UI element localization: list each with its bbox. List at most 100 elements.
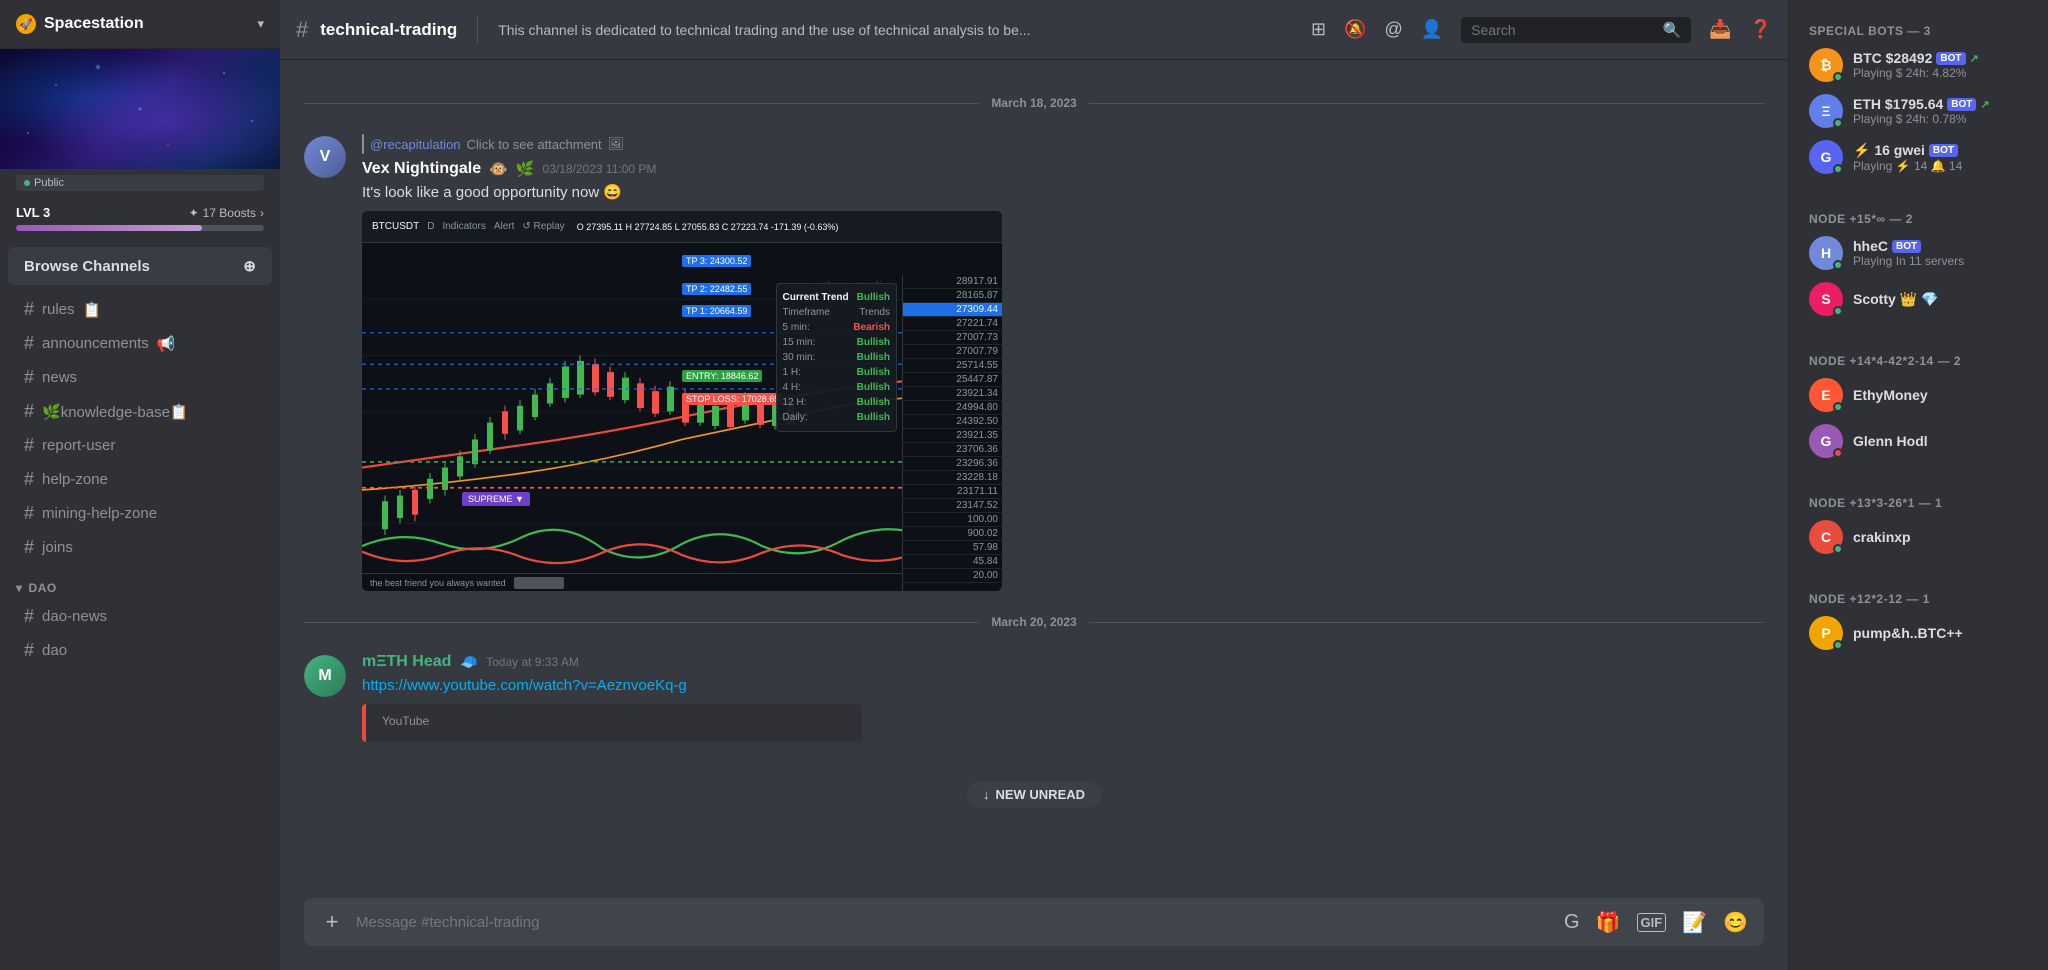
sidebar-item-report-user[interactable]: # report-user [8,429,272,462]
inbox-icon[interactable]: 📥 [1709,19,1731,40]
bottom-progress [514,577,564,589]
hhec-bot-badge: BOT [1892,240,1921,253]
price-27309: 27309.44 [903,303,1002,317]
reply-text: Click to see attachment [467,137,602,152]
sidebar-item-news[interactable]: # news [8,361,272,394]
reply-line [362,134,364,154]
tf-30min: 30 min: [783,352,816,363]
mention-icon[interactable]: @ [1384,19,1402,40]
trend-col-header: Timeframe Trends [783,305,890,320]
chart-bottom-bar: the best friend you always wanted [362,573,902,591]
boost-progress-bar [16,225,264,231]
bottom-watermark: the best friend you always wanted [370,578,506,588]
timestamp-vex: 03/18/2023 11:00 PM [543,162,657,176]
channel-name-announcements: announcements [42,335,149,352]
channel-name-dao: dao [42,642,67,659]
sidebar-item-dao-news[interactable]: # dao-news [8,600,272,633]
tp1-label: TP 1: 20664.59 [682,305,751,317]
sidebar-item-joins[interactable]: # joins [8,531,272,564]
member-glenn[interactable]: G Glenn Hodl [1801,418,2036,464]
timestamp-meth: Today at 9:33 AM [486,655,579,669]
avatar-gwei-bot: G [1809,140,1843,174]
member-name-btc: BTC $28492 BOT ↗ [1853,50,2028,66]
new-unread-button[interactable]: ↓ NEW UNREAD [967,781,1101,808]
channel-list: Browse Channels ⊕ # rules 📋 # announceme… [0,239,280,970]
member-btc-bot[interactable]: ₿ BTC $28492 BOT ↗ Playing $ 24h: 4.82% [1801,42,2036,88]
sidebar-item-rules[interactable]: # rules 📋 [8,293,272,326]
sidebar-item-help-zone[interactable]: # help-zone [8,463,272,496]
trend-daily: Daily: Bullish [783,410,890,425]
hash-icon-mining: # [24,503,34,524]
member-gwei-bot[interactable]: G ⚡ 16 gwei BOT Playing ⚡ 14 🔔 14 [1801,134,2036,180]
hash-icon-report: # [24,435,34,456]
emoji-icon[interactable]: 😊 [1723,910,1748,935]
message-content-vex: @recapitulation Click to see attachment … [362,134,1764,591]
member-pump-btc[interactable]: P pump&h..BTC++ [1801,610,2036,656]
add-member-icon[interactable]: 👤 [1421,19,1443,40]
avatar-eth-bot: Ξ [1809,94,1843,128]
avatar-image-vex: V [304,136,346,178]
channel-header-name: technical-trading [320,20,457,40]
sidebar-item-dao[interactable]: # dao [8,634,272,667]
help-icon[interactable]: ❓ [1750,19,1772,40]
message-input[interactable] [356,914,1552,931]
price-24994: 24994.80 [903,401,1002,415]
member-info-scotty: Scotty 👑 💎 [1853,291,2028,308]
btc-bot-badge: BOT [1936,52,1965,65]
channel-name-mining: mining-help-zone [42,505,157,522]
member-ethymoney[interactable]: E EthyMoney [1801,372,2036,418]
price-28917: 28917.91 [903,275,1002,289]
member-info-crakinxp: crakinxp [1853,529,2028,545]
channel-name-report: report-user [42,437,115,454]
youtube-link[interactable]: https://www.youtube.com/watch?v=AeznvoeK… [362,677,687,694]
dao-section-header[interactable]: ▾ DAO [0,565,280,599]
date-divider-march18: March 18, 2023 [280,80,1788,126]
member-crakinxp[interactable]: C crakinxp [1801,514,2036,560]
node13-section: NODE +13*3-26*1 — 1 C crakinxp [1789,472,2048,568]
server-icon: 🚀 [16,14,36,34]
member-scotty[interactable]: S Scotty 👑 💎 [1801,276,2036,322]
grammarly-icon[interactable]: G [1564,911,1580,934]
search-input[interactable] [1471,22,1654,38]
message-group-vex: V @recapitulation Click to see attachmen… [280,126,1788,599]
level-label: LVL 3 [16,205,50,220]
sidebar-item-knowledge-base[interactable]: # 🌿knowledge-base📋 [8,395,272,428]
gift-icon[interactable]: 🎁 [1596,910,1621,935]
gif-icon[interactable]: GIF [1637,913,1667,932]
special-bots-header: SPECIAL BOTS — 3 [1801,16,2036,42]
channel-name-joins: joins [42,539,73,556]
member-eth-bot[interactable]: Ξ ETH $1795.64 BOT ↗ Playing $ 24h: 0.78… [1801,88,2036,134]
browse-channels-icon: ⊕ [243,257,256,275]
boost-progress-fill [16,225,202,231]
trend-4h-value: Bullish [857,382,890,393]
sidebar-item-mining-help[interactable]: # mining-help-zone [8,497,272,530]
sidebar-item-announcements[interactable]: # announcements 📢 [8,327,272,360]
server-header[interactable]: 🚀 Spacestation ▾ [0,0,280,49]
divider-line-right-2 [1089,622,1764,623]
price-23296: 23296.36 [903,457,1002,471]
avatar-scotty: S [1809,282,1843,316]
price-23706: 23706.36 [903,443,1002,457]
divider-line-left-2 [304,622,979,623]
author-emoji-2-vex: 🌿 [516,160,535,178]
node15-header: NODE +15*∞ — 2 [1801,204,2036,230]
ethymoney-display-name: EthyMoney [1853,387,1928,403]
hashtag-settings-icon[interactable]: ⊞ [1311,19,1326,40]
notifications-icon[interactable]: 🔕 [1344,19,1366,40]
embed-card: YouTube [362,704,862,742]
eth-bot-badge: BOT [1947,98,1976,111]
avatar-meth: M [304,655,346,697]
sidebar: 🚀 Spacestation ▾ Public LVL 3 ✦ 17 Boost… [0,0,280,970]
chart-main: BTCUSDT D Indicators Alert ↺ Replay O 27… [362,211,1002,591]
pump-display-name: pump&h..BTC++ [1853,625,1963,641]
search-box[interactable]: 🔍 [1461,17,1691,43]
channel-name-dao-news: dao-news [42,608,107,625]
message-header-vex: Vex Nightingale 🐵 🌿 03/18/2023 11:00 PM [362,160,1764,178]
browse-channels-button[interactable]: Browse Channels ⊕ [8,247,272,285]
avatar-pump-btc: P [1809,616,1843,650]
sticker-icon[interactable]: 📝 [1682,910,1707,935]
trend-4h: 4 H: Bullish [783,380,890,395]
chart-image[interactable]: BTCUSDT D Indicators Alert ↺ Replay O 27… [362,211,1002,591]
member-hhec[interactable]: H hheC BOT Playing In 11 servers [1801,230,2036,276]
add-attachment-button[interactable]: + [320,909,344,935]
